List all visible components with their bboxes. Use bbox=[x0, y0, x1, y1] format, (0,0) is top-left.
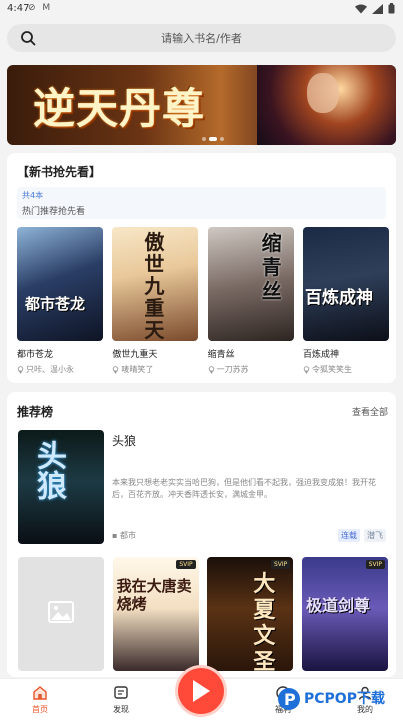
ranking-title: 推荐榜 bbox=[17, 405, 54, 419]
vip-badge: SVIP bbox=[271, 560, 291, 569]
author-name: 令狐笑笑生 bbox=[311, 365, 352, 374]
book-cover[interactable]: 傲世九重天 bbox=[112, 227, 199, 341]
featured-book-title[interactable]: 头狼 bbox=[112, 432, 136, 449]
image-placeholder-icon bbox=[48, 601, 74, 623]
cover-title: 头狼 bbox=[31, 440, 66, 500]
book-item[interactable]: 傲世九重天 傲世九重天 唛晴笑了 bbox=[112, 227, 199, 375]
section-title: 【新书抢先看】 bbox=[17, 165, 102, 179]
wifi-icon bbox=[355, 3, 367, 13]
cover-title: 百炼成神 bbox=[304, 288, 373, 308]
book-cover[interactable]: SVIP 我在大唐卖烧烤 bbox=[112, 557, 199, 671]
author-icon bbox=[17, 365, 24, 374]
book-cover-placeholder[interactable] bbox=[18, 557, 104, 671]
author-name: 唛晴笑了 bbox=[121, 365, 154, 374]
ranking-section: 推荐榜 查看全部 头狼 头狼 本来我只想老老实实当哈巴狗，但是他们看不起我，强迫… bbox=[7, 392, 396, 677]
play-button[interactable] bbox=[178, 668, 224, 714]
featured-book-genre: ▪ 都市 bbox=[112, 530, 136, 541]
cover-title: 傲世九重天 bbox=[144, 230, 165, 341]
book-title: 傲世九重天 bbox=[112, 350, 158, 360]
vip-badge: SVIP bbox=[176, 560, 196, 569]
book-count: 共4本 bbox=[22, 191, 44, 200]
svg-text:P: P bbox=[284, 690, 296, 709]
author-icon bbox=[208, 365, 214, 374]
book-title: 百炼成神 bbox=[302, 350, 339, 360]
status-right bbox=[355, 3, 395, 14]
book-author: 唛晴笑了 bbox=[112, 364, 198, 375]
banner-dot-active bbox=[209, 137, 217, 141]
book-title: 都市苍龙 bbox=[17, 350, 54, 360]
book-cover[interactable]: 都市苍龙 bbox=[17, 227, 103, 341]
featured-book-cover[interactable]: 头狼 bbox=[18, 430, 104, 544]
book-item[interactable]: 都市苍龙 都市苍龙 只咔、温小永 bbox=[17, 227, 103, 375]
book-author: 一刀苏苏 bbox=[208, 364, 294, 375]
book-item[interactable]: 缩青丝 缩青丝 一刀苏苏 bbox=[207, 227, 294, 375]
banner-dot bbox=[220, 137, 224, 141]
author-icon bbox=[113, 365, 119, 374]
cover-title: 大夏文圣 bbox=[253, 571, 276, 671]
nav-discover[interactable]: 发现 bbox=[96, 685, 146, 715]
category-badge: 潜飞 bbox=[364, 529, 386, 542]
promo-banner[interactable]: 逆天丹尊 bbox=[7, 65, 396, 145]
battery-icon bbox=[388, 3, 395, 14]
status-time: 4:47 bbox=[7, 3, 30, 14]
banner-title: 逆天丹尊 bbox=[33, 84, 206, 133]
new-books-promo[interactable]: 共4本 热门推荐抢先看 bbox=[17, 187, 386, 219]
status-bar: 4:47 ⊘ M bbox=[0, 0, 403, 18]
new-books-section: 【新书抢先看】 共4本 热门推荐抢先看 都市苍龙 都市苍龙 只咔、温小永 傲世九… bbox=[7, 153, 396, 383]
banner-dot bbox=[202, 137, 206, 141]
cover-title: 缩青丝 bbox=[261, 231, 282, 303]
cover-title: 都市苍龙 bbox=[25, 295, 86, 313]
promo-subtitle: 热门推荐抢先看 bbox=[22, 207, 86, 217]
book-author: 只咔、温小永 bbox=[17, 364, 103, 375]
book-cover[interactable]: SVIP 极道剑尊 bbox=[301, 557, 388, 671]
book-cover[interactable]: 缩青丝 bbox=[207, 227, 294, 341]
search-input[interactable]: 请输入书名/作者 bbox=[7, 30, 396, 46]
book-author: 令狐笑笑生 bbox=[303, 364, 389, 375]
pcpop-logo-icon: P bbox=[278, 688, 300, 710]
banner-pager bbox=[202, 137, 224, 141]
ranking-grid: SVIP 我在大唐卖烧烤 SVIP 大夏文圣 SVIP 极道剑尊 bbox=[18, 557, 388, 671]
cover-title: 我在大唐卖烧烤 bbox=[116, 577, 192, 613]
nav-label: 发现 bbox=[113, 705, 129, 714]
cover-title: 极道剑尊 bbox=[305, 596, 370, 615]
watermark-text: PCPOP下载 bbox=[304, 691, 385, 707]
genre-label: 都市 bbox=[119, 531, 136, 540]
author-icon bbox=[303, 365, 310, 374]
featured-book-tags: 连载 潜飞 bbox=[338, 529, 386, 542]
signal-icon bbox=[372, 3, 383, 14]
book-cover[interactable]: 百炼成神 bbox=[302, 227, 389, 341]
book-cover[interactable]: SVIP 大夏文圣 bbox=[207, 557, 294, 671]
vip-badge: SVIP bbox=[365, 560, 385, 569]
watermark: P PCPOP下载 bbox=[276, 684, 400, 718]
new-books-list: 都市苍龙 都市苍龙 只咔、温小永 傲世九重天 傲世九重天 唛晴笑了 缩青丝 缩青… bbox=[17, 227, 389, 375]
search-bar[interactable]: 请输入书名/作者 bbox=[7, 24, 396, 52]
play-icon bbox=[193, 680, 210, 702]
nav-home[interactable]: 首页 bbox=[15, 685, 65, 715]
nav-label: 首页 bbox=[32, 705, 48, 714]
book-title: 缩青丝 bbox=[207, 350, 235, 360]
notification-icons: ⊘ M bbox=[28, 3, 53, 13]
book-item[interactable]: 百炼成神 百炼成神 令狐笑笑生 bbox=[302, 227, 389, 375]
discover-icon bbox=[114, 686, 128, 699]
banner-character bbox=[307, 73, 339, 113]
home-icon bbox=[33, 686, 47, 700]
status-badge: 连载 bbox=[338, 529, 360, 542]
author-name: 一刀苏苏 bbox=[216, 365, 249, 374]
featured-book-description: 本来我只想老老实实当哈巴狗，但是他们看不起我，强迫我变成狼！我开花后，百花齐放。… bbox=[112, 478, 376, 499]
author-name: 只咔、温小永 bbox=[26, 365, 74, 374]
view-all-link[interactable]: 查看全部 bbox=[352, 405, 388, 418]
genre-icon: ▪ bbox=[112, 531, 120, 540]
